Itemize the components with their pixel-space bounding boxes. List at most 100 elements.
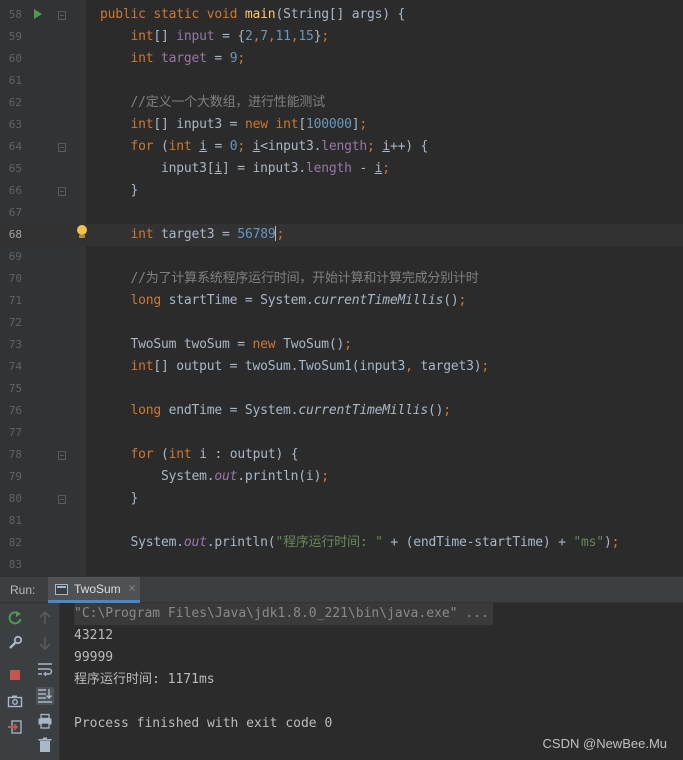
code-text: long endTime = System.currentTimeMillis(… [100,400,452,422]
code-text: long startTime = System.currentTimeMilli… [100,290,467,312]
rerun-icon[interactable] [6,610,24,628]
line-number: 65 [8,162,22,175]
code-text: //定义一个大数组，进行性能测试 [100,92,326,114]
soft-wrap-icon[interactable] [36,661,54,679]
code-token: , [267,29,276,44]
code-line[interactable]: 72 [0,312,683,334]
code-token: out [214,469,238,484]
code-line[interactable]: 69 [0,246,683,268]
code-token: } [100,183,139,198]
code-token: ; [611,535,620,550]
code-line[interactable]: 74 int[] output = twoSum.TwoSum1(input3,… [0,356,683,378]
code-token: i [214,161,223,176]
code-line[interactable]: 75 [0,378,683,400]
line-number: 75 [8,382,22,395]
run-main-icon[interactable] [34,9,42,19]
code-token: 11 [275,29,291,44]
code-token: "ms" [573,535,604,550]
code-token: ; [321,469,329,484]
code-text: //为了计算系统程序运行时间，开始计算和计算完成分别计时 [100,268,479,290]
code-token: <input3. [260,139,322,154]
watermark: CSDN @NewBee.Mu [542,736,667,751]
code-line[interactable]: 71 long startTime = System.currentTimeMi… [0,290,683,312]
fold-marker-icon[interactable] [58,187,66,196]
lightbulb-icon[interactable] [76,225,88,239]
code-token: for [130,139,162,154]
code-line[interactable]: 58 public static void main(String[] args)… [0,4,683,26]
ide-window: 58 public static void main(String[] args)… [0,0,683,760]
code-token: = [206,139,230,154]
code-token: ; [237,139,253,154]
code-token: main [244,7,276,22]
code-text: } [100,488,139,510]
fold-marker-icon[interactable] [58,451,66,460]
code-token: .println(i) [237,469,322,484]
wrench-icon[interactable] [6,635,24,653]
code-text: int target = 9; [100,48,246,70]
code-text: input3[i] = input3.length - i; [100,158,390,180]
code-line[interactable]: 64 for (int i = 0; i<input3.length; i++)… [0,136,683,158]
code-text: public static void main(String[] args) { [100,4,405,26]
code-editor[interactable]: 58 public static void main(String[] args)… [0,0,683,576]
scroll-to-end-icon[interactable] [36,687,54,705]
code-line[interactable]: 70 //为了计算系统程序运行时间，开始计算和计算完成分别计时 [0,268,683,290]
code-line[interactable]: 65 input3[i] = input3.length - i; [0,158,683,180]
code-token: new int [244,117,299,132]
code-line[interactable]: 82 System.out.println("程序运行时间: " + (endT… [0,532,683,554]
fold-marker-icon[interactable] [58,143,66,152]
code-line[interactable]: 62 //定义一个大数组，进行性能测试 [0,92,683,114]
code-text: for (int i = 0; i<input3.length; i++) { [100,136,429,158]
code-token: int [130,29,154,44]
code-text: int[] input = {2,7,11,15}; [100,26,330,48]
code-token: ; [321,29,329,44]
code-line[interactable]: 80 } [0,488,683,510]
code-line[interactable]: 81 [0,510,683,532]
code-line[interactable]: 79 System.out.println(i); [0,466,683,488]
code-line[interactable]: 68 int target3 = 56789; [0,224,683,246]
code-token: [] [153,29,177,44]
line-number: 73 [8,338,22,351]
stop-icon[interactable] [6,667,24,685]
print-icon[interactable] [36,713,54,731]
camera-icon[interactable] [6,693,24,711]
code-token: ) [603,535,612,550]
code-line[interactable]: 61 [0,70,683,92]
code-line[interactable]: 73 TwoSum twoSum = new TwoSum(); [0,334,683,356]
fold-marker-icon[interactable] [58,11,66,20]
code-line[interactable]: 78 for (int i : output) { [0,444,683,466]
code-line[interactable]: 76 long endTime = System.currentTimeMill… [0,400,683,422]
line-number: 71 [8,294,22,307]
code-line[interactable]: 66 } [0,180,683,202]
code-token: i [199,139,207,154]
code-token: input3[ [100,161,215,176]
console-line-command: "C:\Program Files\Java\jdk1.8.0_221\bin\… [74,603,493,625]
console-output[interactable]: "C:\Program Files\Java\jdk1.8.0_221\bin\… [60,603,683,760]
code-line[interactable]: 59 int[] input = {2,7,11,15}; [0,26,683,48]
code-token: long [130,403,169,418]
fold-marker-icon[interactable] [58,495,66,504]
code-line[interactable]: 67 [0,202,683,224]
run-label: Run: [10,583,36,597]
code-token: int [130,117,154,132]
console-line: 43212 [74,628,114,643]
console-line: 程序运行时间: 1171ms [74,672,215,687]
tab-twosum[interactable]: TwoSum × [48,577,140,603]
code-line[interactable]: 63 int[] input3 = new int[100000]; [0,114,683,136]
line-number: 79 [8,470,22,483]
close-icon[interactable]: × [128,577,136,601]
code-line[interactable]: 83 [0,554,683,576]
code-line[interactable]: 60 int target = 9; [0,48,683,70]
down-arrow-icon[interactable] [36,635,54,653]
up-arrow-icon[interactable] [36,610,54,628]
code-token: = { [214,29,245,44]
code-token: ; [344,337,352,352]
line-number: 60 [8,52,22,65]
trash-icon[interactable] [36,737,54,755]
code-text: int[] output = twoSum.TwoSum1(input3, ta… [100,356,490,378]
code-line[interactable]: 77 [0,422,683,444]
console-line: Process finished with exit code 0 [74,716,333,731]
code-token: [ [298,117,306,132]
exit-icon[interactable] [6,719,24,737]
